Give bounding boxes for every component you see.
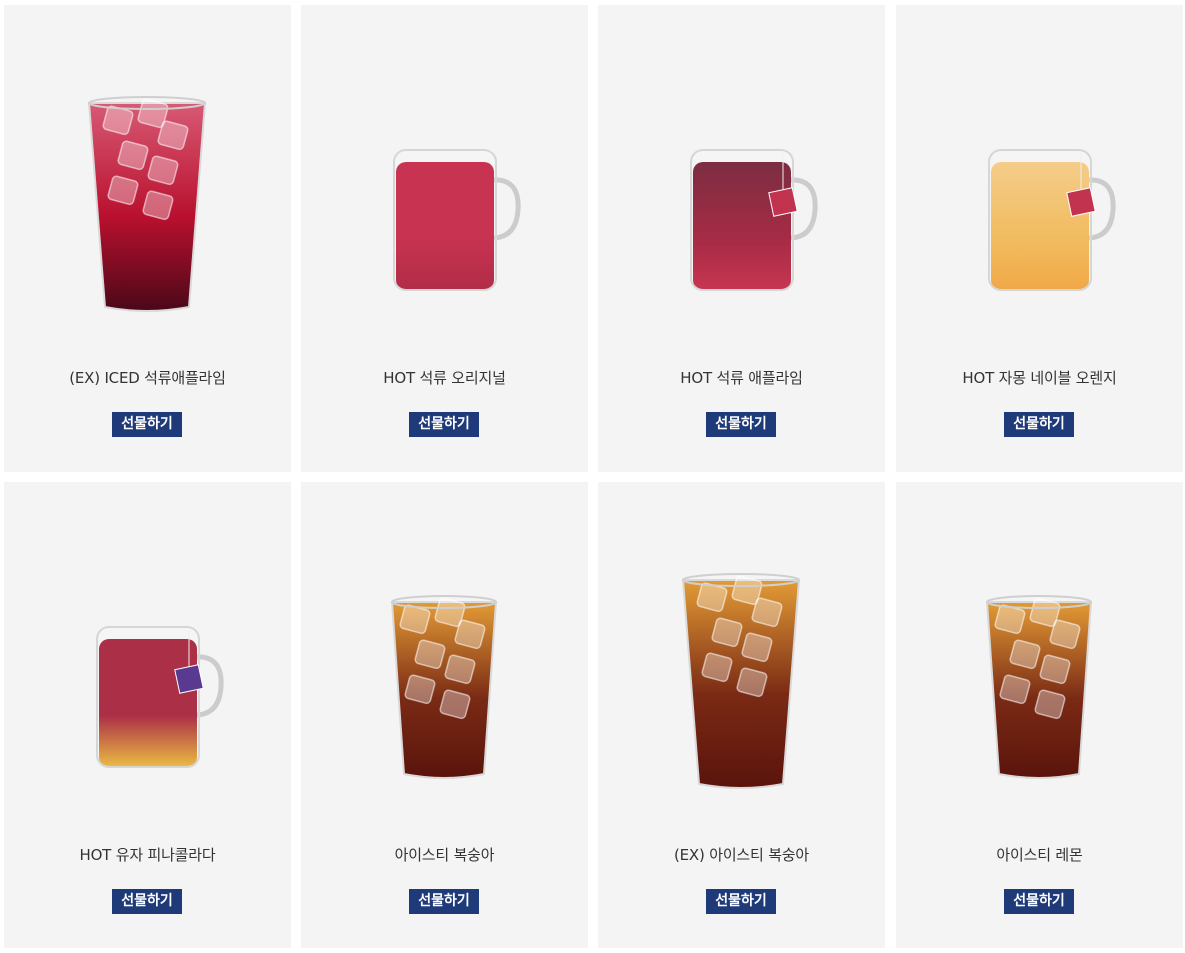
product-name: (EX) 아이스티 복숭아 [674,846,809,864]
gift-button[interactable]: 선물하기 [112,412,182,437]
product-name: 아이스티 레몬 [996,846,1083,864]
gift-button[interactable]: 선물하기 [706,889,776,914]
product-name: HOT 자몽 네이블 오렌지 [962,369,1117,387]
iced-drink-image [681,573,801,789]
product-card[interactable]: 아이스티 레몬선물하기 [896,482,1183,948]
product-card[interactable]: HOT 유자 피나콜라다선물하기 [4,482,291,948]
product-name: (EX) ICED 석류애플라임 [69,369,226,387]
gift-button[interactable]: 선물하기 [112,889,182,914]
hot-tea-mug-image [988,149,1116,291]
mug-glass [690,149,794,291]
product-card[interactable]: HOT 석류 오리지널선물하기 [301,5,588,472]
product-grid: (EX) ICED 석류애플라임 선물하기 HOT 석류 오리지널 선물하기 HOT 석… [0,0,1185,953]
gift-button[interactable]: 선물하기 [1004,412,1074,437]
tea-tag-icon [1066,187,1096,217]
gift-button[interactable]: 선물하기 [409,412,479,437]
product-card[interactable]: 아이스티 복숭아선물하기 [301,482,588,948]
iced-drink-image [985,595,1093,779]
mug-glass [988,149,1092,291]
product-card[interactable]: (EX) 아이스티 복숭아선물하기 [598,482,885,948]
product-name: HOT 석류 애플라임 [680,369,803,387]
mug-glass [393,149,497,291]
product-card[interactable]: HOT 석류 애플라임선물하기 [598,5,885,472]
tea-tag-icon [768,187,798,217]
product-name: 아이스티 복숭아 [394,846,495,864]
hot-tea-mug-image [96,626,224,768]
gift-button[interactable]: 선물하기 [706,412,776,437]
iced-drink-image [390,595,498,779]
iced-drink-image [87,96,207,312]
product-card[interactable]: HOT 자몽 네이블 오렌지선물하기 [896,5,1183,472]
mug-glass [96,626,200,768]
product-card[interactable]: (EX) ICED 석류애플라임선물하기 [4,5,291,472]
hot-tea-mug-image [393,149,521,291]
gift-button[interactable]: 선물하기 [1004,889,1074,914]
gift-button[interactable]: 선물하기 [409,889,479,914]
product-name: HOT 유자 피나콜라다 [79,846,216,864]
product-name: HOT 석류 오리지널 [383,369,506,387]
hot-tea-mug-image [690,149,818,291]
tea-tag-icon [174,664,204,694]
